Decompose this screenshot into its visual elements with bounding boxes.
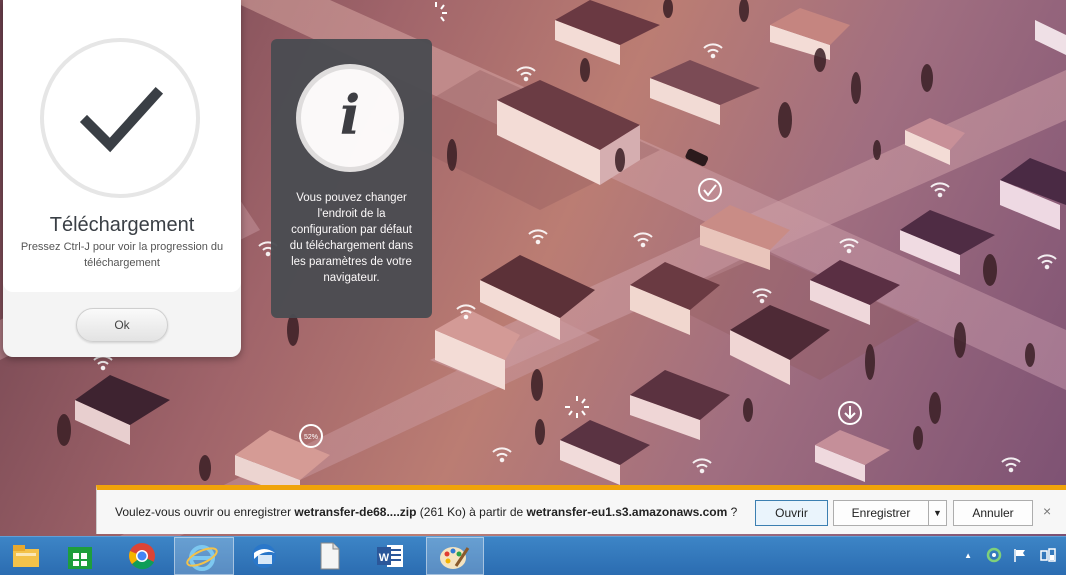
cancel-button[interactable]: Annuler <box>953 500 1033 526</box>
internet-explorer-icon[interactable] <box>174 537 234 575</box>
sync-icon[interactable] <box>986 547 1002 566</box>
open-button[interactable]: Ouvrir <box>755 500 828 526</box>
svg-text:W: W <box>379 552 390 564</box>
info-icon: i <box>296 64 404 172</box>
notification-filename: wetransfer-de68....zip <box>294 505 417 519</box>
store-icon[interactable] <box>54 537 108 575</box>
download-circle-icon <box>838 401 862 425</box>
notification-message: Voulez-vous ouvrir ou enregistrer wetran… <box>115 505 737 519</box>
chrome-icon[interactable] <box>116 537 170 575</box>
close-icon[interactable]: × <box>1043 503 1051 519</box>
progress-badge: 52% <box>304 434 318 441</box>
dialog-body: Téléchargement Pressez Ctrl-J pour voir … <box>3 0 241 292</box>
word-icon[interactable]: W <box>364 537 418 575</box>
ok-button[interactable]: Ok <box>76 308 168 342</box>
show-hidden-icons-button[interactable]: ▲ <box>964 551 972 560</box>
network-icon[interactable] <box>1040 547 1056 566</box>
paint-icon[interactable] <box>426 537 484 575</box>
notification-prefix: Voulez-vous ouvrir ou enregistrer <box>115 505 295 519</box>
file-explorer-icon[interactable] <box>0 537 54 575</box>
action-center-flag-icon[interactable] <box>1012 547 1028 566</box>
notification-host: wetransfer-eu1.s3.amazonaws.com <box>526 505 728 519</box>
save-button[interactable]: Enregistrer <box>833 500 929 526</box>
notification-size: (261 Ko) à partir de <box>416 505 527 519</box>
download-notification-bar: Voulez-vous ouvrir ou enregistrer wetran… <box>96 485 1066 534</box>
notification-suffix: ? <box>727 505 738 519</box>
dialog-message: Pressez Ctrl-J pour voir la progression … <box>20 241 224 269</box>
thunderbird-icon[interactable] <box>238 537 292 575</box>
taskbar: W ▲ <box>0 536 1066 575</box>
dialog-title: Téléchargement <box>49 214 195 236</box>
info-glyph: i <box>339 83 361 147</box>
info-panel: i Vous pouvez changer l'endroit de la co… <box>271 39 432 318</box>
info-text: Vous pouvez changer l'endroit de la conf… <box>289 192 414 284</box>
checkmark-icon <box>40 38 200 198</box>
save-options-dropdown[interactable]: ▼ <box>928 500 947 526</box>
blank-document-icon[interactable] <box>302 537 356 575</box>
download-dialog: Téléchargement Pressez Ctrl-J pour voir … <box>3 0 241 357</box>
